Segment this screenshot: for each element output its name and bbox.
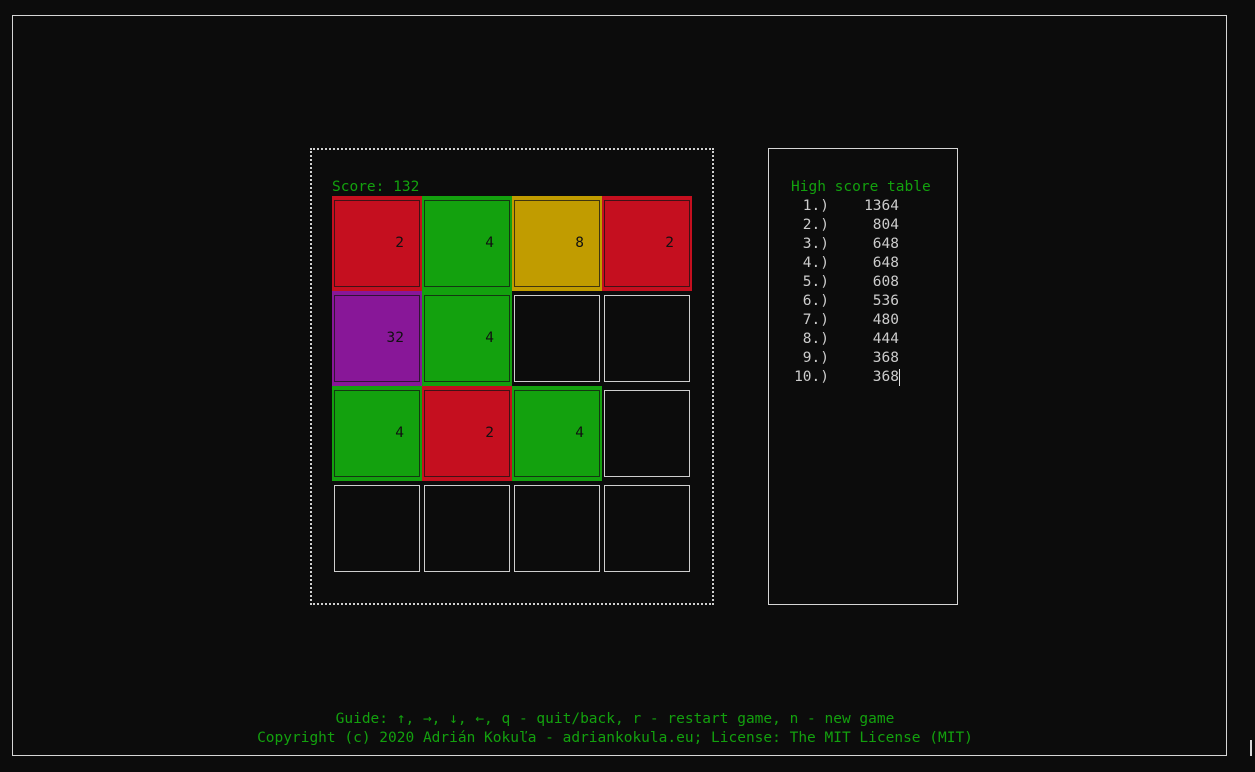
high-score-rank: 9.): [802, 350, 829, 366]
high-score-value: 804: [872, 217, 899, 233]
high-score-rank: 2.): [802, 217, 829, 233]
high-score-rank: 4.): [802, 255, 829, 271]
empty-tile: [512, 291, 602, 386]
high-score-rank: 3.): [802, 236, 829, 252]
tile-value: 2: [485, 425, 494, 441]
high-score-rank: 1.): [802, 198, 829, 214]
empty-tile: [602, 386, 692, 481]
tile-value: 8: [575, 235, 584, 251]
tile-value: 4: [395, 425, 404, 441]
empty-tile: [602, 481, 692, 576]
copyright-text: Copyright (c) 2020 Adrián Kokuľa - adria…: [257, 730, 973, 746]
tile-border: [604, 390, 690, 477]
high-score-row: 1.) 1364: [791, 197, 903, 216]
high-score-rank: 10.): [794, 369, 829, 385]
high-score-row: 2.) 804: [791, 216, 903, 235]
high-score-value: 608: [872, 274, 899, 290]
tile-border: [424, 200, 510, 287]
tile-border: [604, 485, 690, 572]
high-score-rank: 7.): [802, 312, 829, 328]
high-score-value: 444: [872, 331, 899, 347]
high-score-row: 10.) 368: [791, 368, 903, 387]
guide-text: Guide: ↑, →, ↓, ←, q - quit/back, r - re…: [335, 711, 895, 727]
high-score-rank: 5.): [802, 274, 829, 290]
tile: 4: [332, 386, 422, 481]
score-label: Score: 132: [332, 179, 420, 195]
tile: 8: [512, 196, 602, 291]
high-score-title: High score table: [791, 179, 931, 195]
empty-tile: [332, 481, 422, 576]
high-score-rank: 6.): [802, 293, 829, 309]
tile: 2: [602, 196, 692, 291]
high-score-value: 536: [872, 293, 899, 309]
empty-tile: [512, 481, 602, 576]
tile: 2: [332, 196, 422, 291]
tile: 4: [512, 386, 602, 481]
high-score-value: 648: [872, 255, 899, 271]
empty-tile: [422, 481, 512, 576]
tile-border: [334, 390, 420, 477]
tile-border: [424, 485, 510, 572]
high-score-list: 1.) 1364 2.) 804 3.) 648 4.) 648 5.) 608 6.) 536 7.)…: [791, 197, 903, 387]
high-score-value: 480: [872, 312, 899, 328]
high-score-row: 5.) 608: [791, 273, 903, 292]
text-cursor: [899, 369, 900, 386]
high-score-row: 8.) 444: [791, 330, 903, 349]
frame-bottom-border: [12, 755, 1227, 756]
tile-border: [334, 200, 420, 287]
high-score-row: 4.) 648: [791, 254, 903, 273]
tile: 32: [332, 291, 422, 386]
tile-border: [334, 295, 420, 382]
high-score-row: 9.) 368: [791, 349, 903, 368]
tile-value: 4: [485, 330, 494, 346]
tile-border: [604, 295, 690, 382]
game-grid: 2 4 8 2 32 4 4 2 4: [332, 196, 692, 576]
tile-border: [514, 200, 600, 287]
tile: 2: [422, 386, 512, 481]
tile-value: 4: [485, 235, 494, 251]
frame-top-border: [12, 15, 1227, 16]
tile-border: [334, 485, 420, 572]
high-score-value: 368: [872, 369, 899, 385]
tile: 4: [422, 196, 512, 291]
high-score-rank: 8.): [802, 331, 829, 347]
frame-right-border: [1226, 15, 1227, 756]
high-score-row: 7.) 480: [791, 311, 903, 330]
empty-tile: [602, 291, 692, 386]
high-score-row: 3.) 648: [791, 235, 903, 254]
tile-value: 4: [575, 425, 584, 441]
frame-left-border: [12, 15, 13, 756]
tile: 4: [422, 291, 512, 386]
tile-border: [604, 200, 690, 287]
scrollbar-mark: [1250, 740, 1252, 756]
tile-border: [424, 295, 510, 382]
tile-border: [514, 295, 600, 382]
high-score-value: 648: [872, 236, 899, 252]
high-score-value: 1364: [864, 198, 899, 214]
high-score-value: 368: [872, 350, 899, 366]
tile-border: [514, 485, 600, 572]
tile-value: 2: [395, 235, 404, 251]
tile-value: 32: [386, 330, 404, 346]
tile-border: [514, 390, 600, 477]
high-score-row: 6.) 536: [791, 292, 903, 311]
tile-value: 2: [665, 235, 674, 251]
tile-border: [424, 390, 510, 477]
